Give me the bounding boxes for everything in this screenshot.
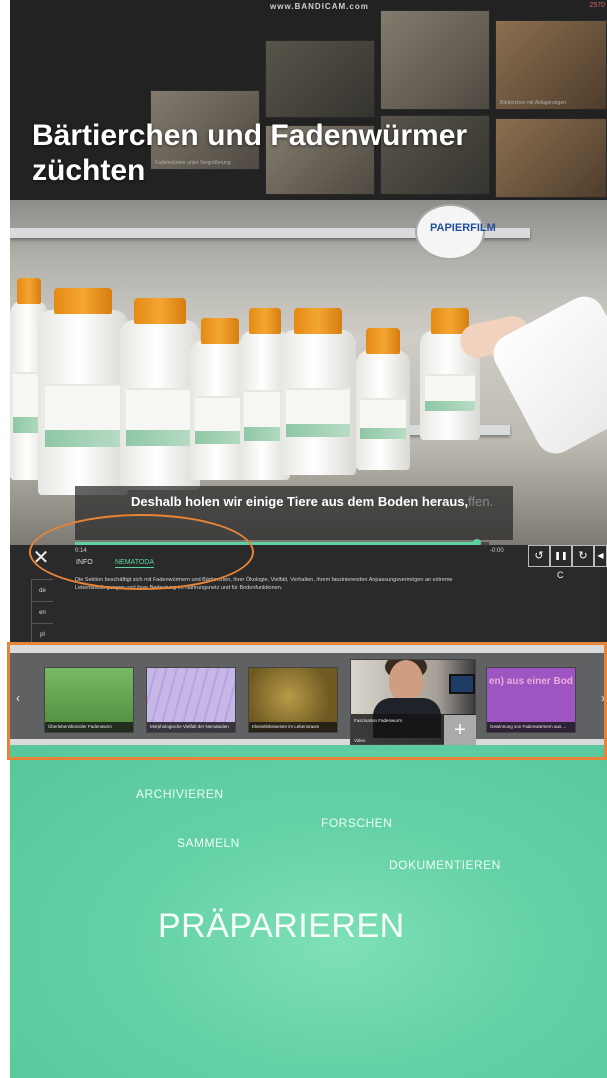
language-en[interactable]: en xyxy=(31,601,53,623)
tile-caption: Bärtierchen mit Ablagerungen xyxy=(500,100,566,106)
time-total: -0:00 xyxy=(490,548,504,554)
brand-text: PAPIERFILM xyxy=(430,222,496,234)
bottle xyxy=(38,288,128,495)
annotation-rectangle xyxy=(7,642,607,760)
bottle xyxy=(280,308,356,475)
replay-icon[interactable]: ↺ xyxy=(528,545,550,567)
bottle xyxy=(120,298,200,490)
page-title-line2: züchten xyxy=(32,154,146,187)
word-forschen[interactable]: FORSCHEN xyxy=(321,816,392,830)
collage-tile xyxy=(380,10,490,110)
collage-tile: Bärtierchen mit Ablagerungen xyxy=(495,20,607,110)
word-dokumentieren[interactable]: DOKUMENTIEREN xyxy=(389,858,501,872)
subtitle-tail: ffen. xyxy=(468,494,494,509)
watermark-counter: 2570 xyxy=(589,2,605,9)
volume-icon[interactable]: ◀ xyxy=(594,545,607,567)
page-title-line1: Bärtierchen und Fadenwürmer xyxy=(32,119,468,152)
word-praeparieren[interactable]: PRÄPARIEREN xyxy=(158,907,405,946)
page-title: Bärtierchen und Fadenwürmer züchten xyxy=(32,118,467,188)
header-collage: Fadenwürmer unter Vergrößerung Bärtierch… xyxy=(10,0,607,200)
bottle xyxy=(356,328,410,470)
collage-tile xyxy=(265,40,375,118)
activity-word-cloud: ARCHIVIEREN FORSCHEN SAMMELN DOKUMENTIER… xyxy=(10,745,607,1078)
annotation-ellipse xyxy=(29,514,254,590)
watermark: www.BANDICAM.com xyxy=(270,2,369,11)
language-list: de en pl xyxy=(31,579,53,645)
caption-toggle[interactable]: C xyxy=(557,570,564,580)
forward-icon[interactable]: ↻ xyxy=(572,545,594,567)
language-de[interactable]: de xyxy=(31,579,53,601)
pause-icon[interactable]: ❚❚ xyxy=(550,545,572,567)
word-archivieren[interactable]: ARCHIVIEREN xyxy=(136,787,224,801)
word-sammeln[interactable]: SAMMELN xyxy=(177,836,240,850)
collage-tile xyxy=(495,118,607,198)
subtitle-text: Deshalb holen wir einige Tiere aus dem B… xyxy=(131,494,469,509)
